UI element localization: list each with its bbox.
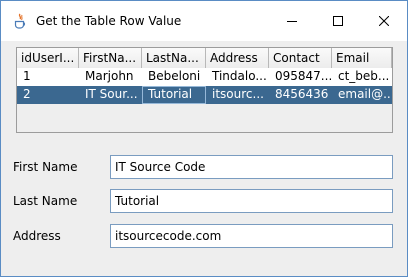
table-cell[interactable]: IT Sour... (79, 86, 142, 104)
table-header: idUserI... FirstNa... LastNa... Address … (17, 48, 392, 68)
table-cell[interactable]: Marjohn (79, 68, 142, 86)
table-cell[interactable]: 1 (17, 68, 79, 86)
minimize-button[interactable] (269, 1, 315, 41)
table-cell[interactable]: 8456436 (269, 86, 332, 104)
user-table[interactable]: idUserI... FirstNa... LastNa... Address … (16, 47, 393, 133)
column-header-id[interactable]: idUserI... (17, 48, 79, 68)
table-cell[interactable]: Bebeloni (142, 68, 206, 86)
table-body: 1 Marjohn Bebeloni Tindalo... 095847... … (17, 68, 392, 104)
table-cell[interactable]: Tindalo... (206, 68, 269, 86)
address-field[interactable]: itsourcecode.com (110, 224, 393, 248)
column-header-email[interactable]: Email (332, 48, 392, 68)
table-cell[interactable]: email@... (332, 86, 392, 104)
table-cell-focused[interactable]: Tutorial (142, 86, 206, 104)
title-bar[interactable]: Get the Table Row Value (1, 1, 407, 41)
java-app-icon (13, 13, 27, 29)
table-cell[interactable]: 095847... (269, 68, 332, 86)
first-name-label: First Name (13, 160, 78, 174)
close-button[interactable] (361, 1, 407, 41)
last-name-label: Last Name (13, 194, 78, 208)
column-header-contact[interactable]: Contact (269, 48, 332, 68)
close-icon (379, 16, 389, 26)
table-cell[interactable]: 2 (17, 86, 79, 104)
minimize-icon (287, 16, 297, 26)
column-header-first-name[interactable]: FirstNa... (79, 48, 142, 68)
app-window: Get the Table Row Value idUserI... First… (0, 0, 408, 277)
first-name-field[interactable]: IT Source Code (110, 155, 393, 179)
column-header-last-name[interactable]: LastNa... (142, 48, 206, 68)
address-label: Address (13, 229, 61, 243)
column-header-address[interactable]: Address (206, 48, 269, 68)
last-name-field[interactable]: Tutorial (110, 189, 393, 213)
table-cell[interactable]: ct_beb... (332, 68, 392, 86)
table-row-selected[interactable]: 2 IT Sour... Tutorial itsourc... 8456436… (17, 86, 392, 104)
table-cell[interactable]: itsourc... (206, 86, 269, 104)
window-title: Get the Table Row Value (36, 14, 182, 28)
table-row[interactable]: 1 Marjohn Bebeloni Tindalo... 095847... … (17, 68, 392, 86)
maximize-icon (333, 16, 343, 26)
maximize-button[interactable] (315, 1, 361, 41)
